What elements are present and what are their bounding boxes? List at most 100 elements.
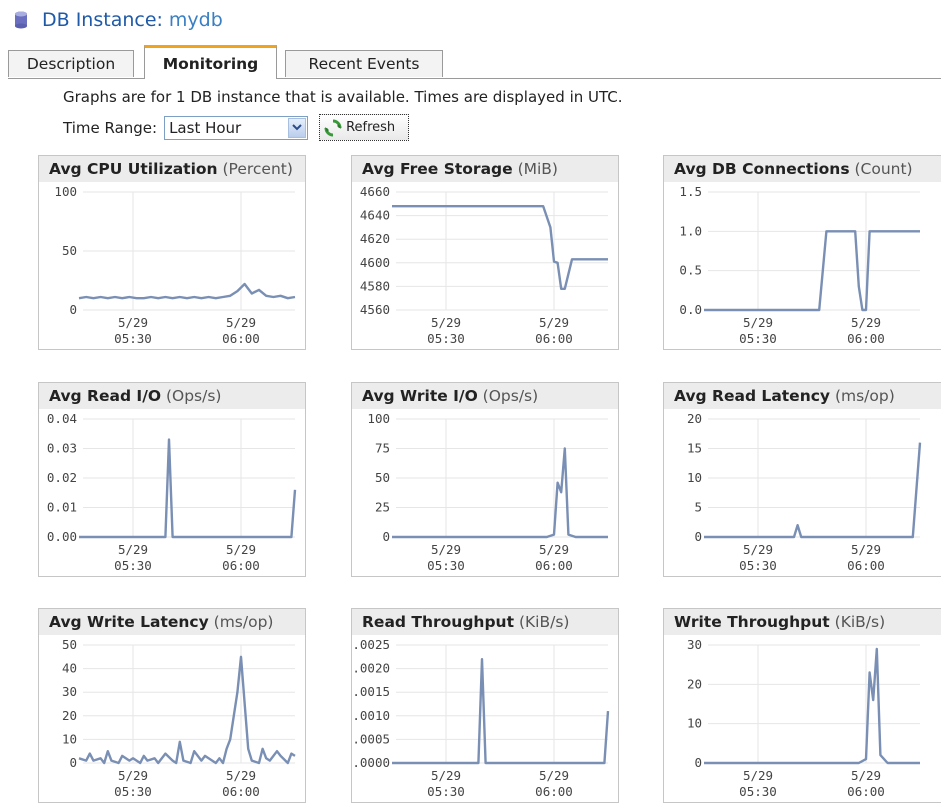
x-tick-label: 06:00 <box>535 331 573 346</box>
refresh-icon <box>324 119 342 136</box>
x-tick-label: 05:30 <box>739 784 777 799</box>
x-tick-label: 5/29 <box>118 768 148 783</box>
time-range-value: Last Hour <box>169 118 242 137</box>
chart-unit: (Ops/s) <box>161 387 222 405</box>
y-tick-label: 20 <box>687 676 702 691</box>
series-line <box>704 442 922 539</box>
chart-plot: 4660464046204600458045605/2905:305/2906:… <box>360 184 608 346</box>
chart-title: Avg DB Connections <box>674 160 850 178</box>
series-line <box>78 282 296 300</box>
tab-monitoring[interactable]: Monitoring <box>144 45 277 79</box>
chart-header: Avg Write I/O (Ops/s) <box>352 383 618 409</box>
y-tick-label: 0 <box>694 529 702 544</box>
x-tick-label: 5/29 <box>743 768 773 783</box>
time-range-select[interactable]: Last Hour <box>164 115 309 140</box>
chart-header: Avg DB Connections (Count) <box>664 156 941 182</box>
chart-plot: 10075502505/2905:305/2906:00 <box>367 411 608 573</box>
y-tick-label: 0.0005 <box>352 731 390 746</box>
chart-title: Avg Free Storage <box>362 160 513 178</box>
x-tick-label: 5/29 <box>539 768 569 783</box>
x-tick-label: 05:30 <box>114 331 152 346</box>
avg-free-storage-chart: Avg Free Storage (MiB) 4660 4640 4620 4600 45… <box>351 155 619 350</box>
y-tick-label: 100 <box>54 184 77 199</box>
chart-header: Read Throughput (KiB/s) <box>352 609 618 635</box>
chart-header: Avg Read Latency (ms/op) <box>664 383 941 409</box>
chart-unit: (Percent) <box>217 160 293 178</box>
series-line <box>78 655 296 765</box>
y-tick-label: 0.0025 <box>352 637 390 652</box>
y-tick-label: 50 <box>62 243 77 258</box>
chart-unit: (ms/op) <box>830 387 895 405</box>
x-tick-label: 5/29 <box>743 542 773 557</box>
x-tick-label: 06:00 <box>222 558 260 573</box>
x-tick-label: 5/29 <box>118 315 148 330</box>
y-tick-label: 4580 <box>360 278 390 293</box>
y-tick-label: 0.03 <box>47 441 77 456</box>
y-tick-label: 4600 <box>360 255 390 270</box>
x-tick-label: 5/29 <box>226 315 256 330</box>
y-tick-label: 40 <box>62 661 77 676</box>
y-tick-label: 0.0000 <box>352 755 390 770</box>
y-tick-label: 1.0 <box>679 223 702 238</box>
time-range-label: Time Range: <box>63 118 158 137</box>
page-header: DB Instance: mydb <box>14 7 223 33</box>
x-tick-label: 5/29 <box>431 542 461 557</box>
tab-recent-events[interactable]: Recent Events <box>285 50 443 77</box>
y-tick-label: 0.00 <box>47 529 77 544</box>
refresh-button[interactable]: Refresh <box>319 114 410 141</box>
x-tick-label: 5/29 <box>226 542 256 557</box>
chart-plot: 504030201005/2905:305/2906:00 <box>62 637 296 799</box>
x-tick-label: 5/29 <box>226 768 256 783</box>
y-tick-label: 0 <box>69 302 77 317</box>
y-tick-label: 0.02 <box>47 470 77 485</box>
series-line <box>392 658 610 765</box>
chart-unit: (Ops/s) <box>477 387 539 405</box>
x-tick-label: 5/29 <box>851 768 881 783</box>
avg-cpu-utilization-chart: Avg CPU Utilization (Percent) 100 50 0 5/29 0… <box>38 155 306 350</box>
x-tick-label: 06:00 <box>222 331 260 346</box>
chart-unit: (Count) <box>849 160 913 178</box>
y-tick-label: 0.0015 <box>352 684 390 699</box>
monitoring-info-text: Graphs are for 1 DB instance that is ava… <box>63 88 623 106</box>
avg-db-connections-chart: Avg DB Connections (Count) 1.5 1.0 0.5 0.0 5/… <box>663 155 941 350</box>
y-tick-label: 30 <box>687 637 702 652</box>
chart-plot: 1.51.00.50.05/2905:305/2906:00 <box>679 184 920 346</box>
avg-read-latency-chart: Avg Read Latency (ms/op) 20 15 10 5 0 5/29 05:3… <box>663 382 941 577</box>
chart-unit: (MiB) <box>512 160 558 178</box>
y-tick-label: 50 <box>62 637 77 652</box>
chart-title: Avg CPU Utilization <box>49 160 218 178</box>
chart-header: Write Throughput (KiB/s) <box>664 609 941 635</box>
database-icon <box>15 11 27 29</box>
avg-write-i-o-chart: Avg Write I/O (Ops/s) 100 75 50 25 0 5/29 05:30… <box>351 382 619 577</box>
chart-plot: 1005005/2905:305/2906:00 <box>54 184 296 346</box>
chart-unit: (KiB/s) <box>829 613 886 631</box>
y-tick-label: 0.01 <box>47 500 77 515</box>
x-tick-label: 5/29 <box>851 542 881 557</box>
y-tick-label: 25 <box>375 500 390 515</box>
x-tick-label: 06:00 <box>222 784 260 799</box>
series-line <box>392 447 608 539</box>
x-tick-label: 5/29 <box>539 542 569 557</box>
chart-title: Avg Read I/O <box>49 387 162 405</box>
read-throughput-chart: Read Throughput (KiB/s) 0.0025 0.0020 0.001… <box>351 608 619 803</box>
tab-bar: Description Monitoring Recent Events <box>8 45 941 79</box>
y-tick-label: 30 <box>62 684 77 699</box>
y-tick-label: 100 <box>367 411 390 426</box>
y-tick-label: 50 <box>375 470 390 485</box>
tab-description[interactable]: Description <box>8 50 134 77</box>
x-tick-label: 5/29 <box>431 768 461 783</box>
chart-title: Avg Read Latency <box>674 387 831 405</box>
y-tick-label: 0.0020 <box>352 661 390 676</box>
y-tick-label: 0 <box>694 755 702 770</box>
x-tick-label: 06:00 <box>847 331 885 346</box>
chart-header: Avg Read I/O (Ops/s) <box>39 383 305 409</box>
x-tick-label: 05:30 <box>739 331 777 346</box>
chevron-down-icon[interactable] <box>288 117 307 138</box>
x-tick-label: 5/29 <box>851 315 881 330</box>
x-tick-label: 5/29 <box>743 315 773 330</box>
page-title: DB Instance: <box>42 9 163 31</box>
y-tick-label: 10 <box>687 470 702 485</box>
x-tick-label: 05:30 <box>114 558 152 573</box>
chart-title: Avg Write Latency <box>49 613 209 631</box>
y-tick-label: 0.5 <box>679 263 702 278</box>
